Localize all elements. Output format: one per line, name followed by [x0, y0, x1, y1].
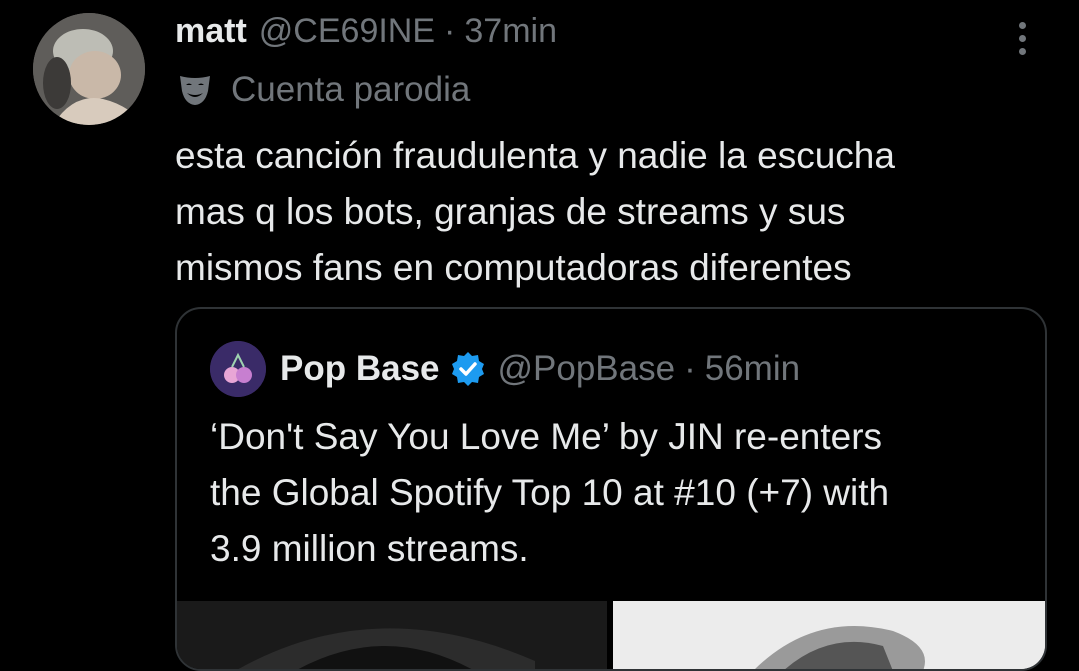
- quoted-author-name[interactable]: Pop Base: [280, 349, 440, 389]
- author-name[interactable]: matt: [175, 12, 247, 51]
- quoted-tweet[interactable]: Pop Base @PopBase · 56min ‘Don't Say You…: [175, 307, 1047, 671]
- quoted-author-handle[interactable]: @PopBase: [498, 349, 676, 389]
- verified-badge-icon: [451, 352, 484, 386]
- tweet-text: esta canción fraudulenta y nadie la escu…: [175, 135, 895, 288]
- tweet-time[interactable]: 37min: [464, 12, 557, 51]
- author-avatar[interactable]: [33, 13, 145, 125]
- quoted-media-image[interactable]: [613, 601, 1045, 669]
- media-image-right: [613, 601, 1045, 669]
- more-options-button[interactable]: [1008, 18, 1036, 58]
- media-image-left: [177, 601, 607, 669]
- theater-mask-icon: [180, 76, 210, 105]
- tweet-header: matt @CE69INE · 37min: [175, 12, 557, 54]
- more-vertical-icon-dot: [1018, 47, 1026, 55]
- more-vertical-icon-dot: [1018, 34, 1026, 42]
- more-vertical-icon: [1018, 21, 1026, 29]
- quoted-author-avatar[interactable]: [210, 341, 266, 397]
- quoted-media-image[interactable]: [177, 601, 607, 669]
- separator-dot: ·: [684, 349, 696, 388]
- separator-dot: ·: [444, 12, 456, 50]
- quoted-tweet-text: ‘Don't Say You Love Me’ by JIN re-enters…: [210, 416, 890, 569]
- author-avatar-image: [33, 13, 145, 125]
- parody-label: Cuenta parodia: [231, 70, 471, 109]
- parody-label-row[interactable]: Cuenta parodia: [177, 68, 470, 112]
- quoted-tweet-time[interactable]: 56min: [705, 349, 800, 389]
- author-handle[interactable]: @CE69INE: [259, 12, 435, 51]
- quoted-author-avatar-image: [210, 341, 266, 397]
- quoted-tweet-header: Pop Base @PopBase · 56min: [210, 341, 800, 397]
